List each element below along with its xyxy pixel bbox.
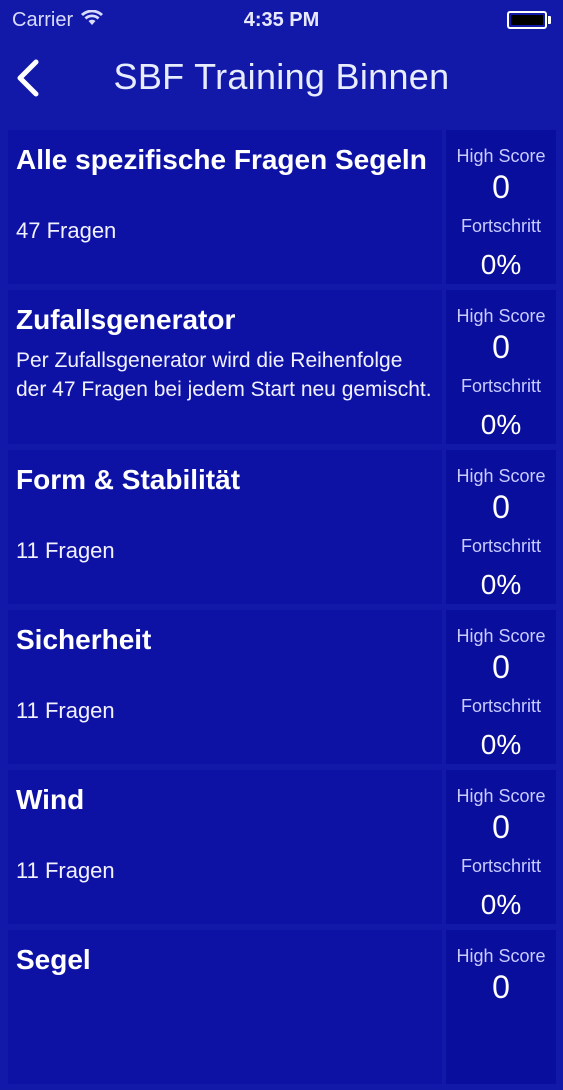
status-bar: Carrier 4:35 PM [0,0,563,40]
nav-bar: SBF Training Binnen [0,40,563,116]
row-main[interactable]: Wind 11 Fragen [8,770,442,924]
row-stats: High Score 0 Fortschritt 0% [446,130,556,284]
row-subtitle: 11 Fragen [16,698,115,723]
row-main[interactable]: Sicherheit 11 Fragen [8,610,442,764]
high-score-value: 0 [492,809,510,845]
row-subtitle: 11 Fragen [16,858,115,883]
row-title: Sicherheit [16,624,152,655]
row-description: Per Zufallsgenerator wird die Reihenfolg… [16,349,432,401]
progress-label: Fortschritt [460,216,541,236]
carrier-label: Carrier [12,8,74,31]
progress-value: 0% [480,409,522,440]
row-title: Wind [16,784,85,815]
row-main[interactable]: Zufallsgenerator Per Zufallsgenerator wi… [8,290,442,444]
row-stats: High Score 0 Fortschritt 0% [446,770,556,924]
wifi-icon [81,9,104,32]
high-score-label: High Score [456,786,546,806]
high-score-label: High Score [456,626,546,646]
high-score-label: High Score [456,146,546,166]
row-stats: High Score 0 Fortschritt 0% [446,290,556,444]
row-stats: High Score 0 Fortschritt 0% [446,450,556,604]
page-title: SBF Training Binnen [113,56,450,97]
topic-list: Alle spezifische Fragen Segeln 47 Fragen… [8,130,556,1090]
progress-value: 0% [480,729,522,760]
high-score-value: 0 [492,969,510,1005]
high-score-value: 0 [492,649,510,685]
progress-label: Fortschritt [460,536,541,556]
high-score-value: 0 [492,169,510,205]
row-subtitle: 11 Fragen [16,538,115,563]
row-main[interactable]: Form & Stabilität 11 Fragen [8,450,442,604]
list-item[interactable]: Sicherheit 11 Fragen High Score 0 Fortsc… [8,610,556,764]
list-item[interactable]: Zufallsgenerator Per Zufallsgenerator wi… [8,290,556,444]
high-score-label: High Score [456,946,546,966]
row-title: Zufallsgenerator [16,304,236,335]
progress-label: Fortschritt [460,376,541,396]
high-score-label: High Score [456,306,546,326]
row-title: Form & Stabilität [16,464,241,495]
high-score-value: 0 [492,489,510,525]
high-score-label: High Score [456,466,546,486]
row-title: Segel [16,944,91,975]
progress-value: 0% [480,569,522,600]
row-stats: High Score 0 Fortschritt 0% [446,610,556,764]
progress-label: Fortschritt [460,856,541,876]
status-left: Carrier [12,8,104,32]
list-item[interactable]: Segel High Score 0 [8,930,556,1084]
list-item[interactable]: Wind 11 Fragen High Score 0 Fortschritt … [8,770,556,924]
high-score-value: 0 [492,329,510,365]
row-main[interactable]: Alle spezifische Fragen Segeln 47 Fragen [8,130,442,284]
progress-label: Fortschritt [460,696,541,716]
row-subtitle: 47 Fragen [16,218,117,243]
battery-icon [507,11,551,29]
progress-value: 0% [480,249,522,280]
row-main[interactable]: Segel [8,930,442,1084]
list-item[interactable]: Alle spezifische Fragen Segeln 47 Fragen… [8,130,556,284]
row-title: Alle spezifische Fragen Segeln [16,144,427,175]
progress-value: 0% [480,889,522,920]
row-stats: High Score 0 [446,930,556,1084]
list-item[interactable]: Form & Stabilität 11 Fragen High Score 0… [8,450,556,604]
